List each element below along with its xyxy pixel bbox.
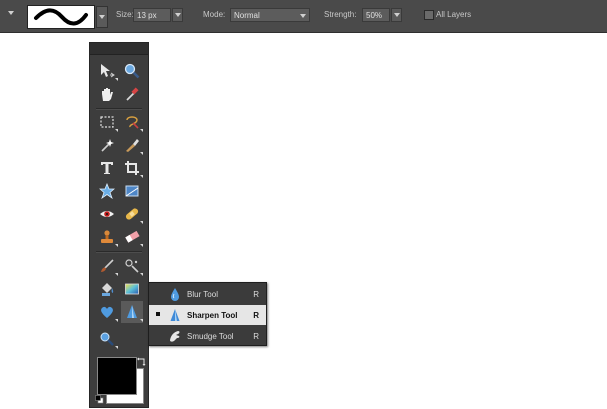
default-colors-icon[interactable] [95,395,104,404]
tool-options-bar: Size: 13 px Mode: Normal Strength: 50% A… [0,0,607,33]
sponge-tool-icon [100,332,114,346]
smudge-finger-icon [170,331,180,342]
brush-tool-button[interactable] [96,255,118,277]
shortcut-key: R [253,311,259,320]
smart-brush-tool-button[interactable] [121,255,143,277]
mode-select[interactable]: Normal [230,8,310,22]
brush-stroke-icon [34,8,88,26]
brush-preview[interactable] [27,5,95,29]
selected-bullet-icon [156,312,160,316]
sharpen-tools-flyout-menu: Blur Tool R Sharpen Tool R Smudge Tool R [148,282,267,346]
chevron-down-icon [99,15,105,19]
magic-wand-tool-icon [101,139,114,152]
clone-stamp-tool-icon [101,230,113,243]
eraser-tool-icon [125,230,140,243]
shortcut-key: R [253,290,259,299]
tool-preset-chevron-down-icon[interactable] [8,11,14,15]
strength-slider-button[interactable] [391,8,402,22]
menu-item-label: Sharpen Tool [187,311,238,320]
toolbox-panel [89,42,149,408]
menu-item-blur-tool[interactable]: Blur Tool R [149,284,266,304]
menu-item-sharpen-tool[interactable]: Sharpen Tool R [149,305,266,325]
sharpen-tool-icon [127,305,137,318]
shape-tool-icon [101,306,113,318]
eraser-tool-button[interactable] [121,226,143,248]
marquee-tool-icon [100,116,114,128]
brush-picker-button[interactable] [96,6,108,28]
chevron-down-icon [175,13,181,17]
shortcut-key: R [253,332,259,341]
lasso-tool-button[interactable] [121,111,143,133]
foreground-color-swatch[interactable] [97,357,137,395]
quick-selection-tool-icon [126,139,139,152]
clone-stamp-tool-button[interactable] [96,226,118,248]
sharpen-tool-button[interactable] [121,301,143,323]
sharpen-cone-icon [170,309,180,321]
marquee-tool-button[interactable] [96,111,118,133]
red-eye-tool-icon [100,211,114,217]
all-layers-checkbox[interactable] [424,10,434,20]
menu-item-smudge-tool[interactable]: Smudge Tool R [149,326,266,346]
sponge-tool-button[interactable] [96,328,118,350]
move-tool-button[interactable] [96,60,118,82]
magic-wand-tool-button[interactable] [96,134,118,156]
hand-tool-icon [102,88,113,101]
smart-brush-tool-icon [125,259,139,273]
type-tool-icon [101,162,113,174]
chevron-down-icon [394,13,400,17]
crop-tool-icon [125,161,139,175]
red-eye-tool-button[interactable] [96,203,118,225]
move-tool-icon [101,64,115,78]
divider [96,108,142,110]
cookie-cutter-tool-icon [99,183,115,199]
gradient-tool-icon [125,283,139,295]
straighten-tool-button[interactable] [121,180,143,202]
hand-tool-button[interactable] [96,83,118,105]
type-tool-button[interactable] [96,157,118,179]
zoom-tool-icon [124,63,140,79]
cookie-cutter-tool-button[interactable] [96,180,118,202]
toolbox-grip[interactable] [90,43,148,55]
straighten-tool-icon [125,185,139,197]
blur-drop-icon [171,288,179,301]
healing-brush-tool-icon [125,208,139,220]
eyedropper-tool-icon [126,87,139,101]
paint-bucket-tool-icon [102,283,114,296]
menu-item-label: Smudge Tool [187,332,234,341]
lasso-tool-icon [126,116,139,129]
crop-tool-button[interactable] [121,157,143,179]
all-layers-label: All Layers [436,10,472,19]
mode-value: Normal [234,11,260,20]
size-field[interactable]: 13 px [133,8,171,22]
mode-label: Mode: [203,10,226,19]
brush-tool-icon [101,259,114,272]
divider [96,251,142,253]
size-slider-button[interactable] [172,8,183,22]
shape-tool-button[interactable] [96,301,118,323]
eyedropper-tool-button[interactable] [121,83,143,105]
chevron-down-icon [300,14,306,18]
gradient-tool-button[interactable] [121,278,143,300]
menu-item-label: Blur Tool [187,290,218,299]
healing-brush-tool-button[interactable] [121,203,143,225]
swap-colors-icon[interactable] [137,357,146,366]
zoom-tool-button[interactable] [121,60,143,82]
quick-selection-tool-button[interactable] [121,134,143,156]
strength-field[interactable]: 50% [362,8,390,22]
size-label: Size: [116,10,134,19]
strength-label: Strength: [324,10,357,19]
paint-bucket-tool-button[interactable] [96,278,118,300]
